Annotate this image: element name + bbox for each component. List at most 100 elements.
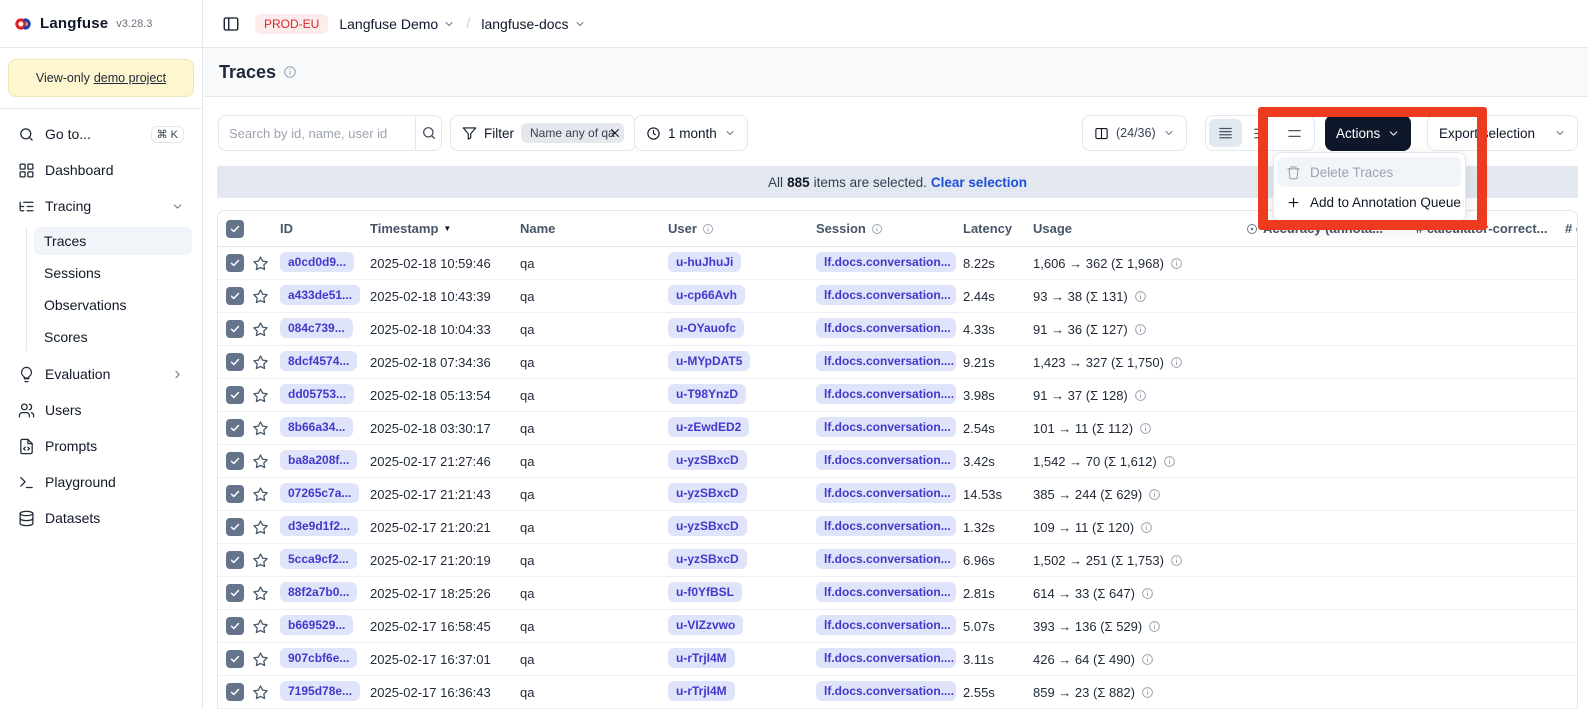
trace-id-pill[interactable]: a433de51... xyxy=(280,285,360,305)
col-header-accuracy[interactable]: Accuracy (annota... xyxy=(1246,221,1416,236)
sidebar-item-tracing[interactable]: Tracing xyxy=(10,191,192,221)
sidebar-item-datasets[interactable]: Datasets xyxy=(10,503,192,533)
row-checkbox[interactable] xyxy=(226,650,244,668)
row-checkbox[interactable] xyxy=(226,287,244,305)
user-pill[interactable]: u-rTrjI4M xyxy=(668,681,735,701)
session-pill[interactable]: lf.docs.conversation... xyxy=(816,450,956,470)
info-icon[interactable] xyxy=(1134,323,1147,336)
star-icon[interactable] xyxy=(252,651,280,668)
star-icon[interactable] xyxy=(252,420,280,437)
user-pill[interactable]: u-OYauofc xyxy=(668,318,744,338)
table-row[interactable]: dd05753... 2025-02-18 05:13:54 qa u-T98Y… xyxy=(218,379,1577,412)
info-icon[interactable] xyxy=(1148,620,1161,633)
user-pill[interactable]: u-huJhuJi xyxy=(668,252,741,272)
row-checkbox[interactable] xyxy=(226,386,244,404)
actions-button[interactable]: Actions xyxy=(1325,115,1411,151)
trace-id-pill[interactable]: 084c739... xyxy=(280,318,353,338)
sidebar-item-dashboard[interactable]: Dashboard xyxy=(10,155,192,185)
sidebar-item-playground[interactable]: Playground xyxy=(10,467,192,497)
trace-id-pill[interactable]: 88f2a7b0... xyxy=(280,582,357,602)
info-icon[interactable] xyxy=(1163,455,1176,468)
session-pill[interactable]: lf.docs.conversation... xyxy=(816,549,956,569)
star-icon[interactable] xyxy=(252,255,280,272)
row-checkbox[interactable] xyxy=(226,551,244,569)
session-pill[interactable]: lf.docs.conversation.... xyxy=(816,384,956,404)
star-icon[interactable] xyxy=(252,618,280,635)
trace-id-pill[interactable]: d3e9d1f2... xyxy=(280,516,358,536)
info-icon[interactable] xyxy=(1139,422,1152,435)
star-icon[interactable] xyxy=(252,453,280,470)
trace-id-pill[interactable]: ba8a208f... xyxy=(280,450,357,470)
row-checkbox[interactable] xyxy=(226,518,244,536)
user-pill[interactable]: u-f0YfBSL xyxy=(668,582,742,602)
trace-id-pill[interactable]: 07265c7a... xyxy=(280,483,359,503)
session-pill[interactable]: lf.docs.conversation... xyxy=(816,417,956,437)
trace-id-pill[interactable]: 5cca9cf2... xyxy=(280,549,357,569)
session-pill[interactable]: lf.docs.conversation... xyxy=(816,252,956,272)
row-checkbox[interactable] xyxy=(226,320,244,338)
menu-item-add-to-annotation-queue[interactable]: Add to Annotation Queue xyxy=(1278,187,1461,217)
table-row[interactable]: 907cbf6e... 2025-02-17 16:37:01 qa u-rTr… xyxy=(218,643,1577,676)
export-selection-button[interactable]: Export selection xyxy=(1427,115,1578,151)
col-header-session[interactable]: Session xyxy=(816,221,963,236)
sidebar-item-observations[interactable]: Observations xyxy=(34,291,192,319)
session-pill[interactable]: lf.docs.conversation... xyxy=(816,615,956,635)
session-pill[interactable]: lf.docs.conversation.... xyxy=(816,351,956,371)
info-icon[interactable] xyxy=(1170,257,1183,270)
sidebar-item-traces[interactable]: Traces xyxy=(34,227,192,255)
col-header-usage[interactable]: Usage xyxy=(1033,221,1246,236)
user-pill[interactable]: u-zEwdED2 xyxy=(668,417,749,437)
user-pill[interactable]: u-MYpDAT5 xyxy=(668,351,750,371)
table-row[interactable]: a0cd0d9... 2025-02-18 10:59:46 qa u-huJh… xyxy=(218,247,1577,280)
info-icon[interactable] xyxy=(1134,389,1147,402)
info-icon[interactable] xyxy=(1170,356,1183,369)
table-row[interactable]: b669529... 2025-02-17 16:58:45 qa u-VIZz… xyxy=(218,610,1577,643)
row-checkbox[interactable] xyxy=(226,584,244,602)
row-checkbox[interactable] xyxy=(226,452,244,470)
info-icon[interactable] xyxy=(1141,686,1154,699)
time-range-button[interactable]: 1 month xyxy=(634,115,748,151)
trace-id-pill[interactable]: 8dcf4574... xyxy=(280,351,357,371)
row-checkbox[interactable] xyxy=(226,254,244,272)
session-pill[interactable]: lf.docs.conversation... xyxy=(816,318,956,338)
user-pill[interactable]: u-VIZzvwo xyxy=(668,615,743,635)
row-height-large-button[interactable] xyxy=(1278,119,1311,147)
star-icon[interactable] xyxy=(252,519,280,536)
table-row[interactable]: 07265c7a... 2025-02-17 21:21:43 qa u-yzS… xyxy=(218,478,1577,511)
star-icon[interactable] xyxy=(252,486,280,503)
user-pill[interactable]: u-T98YnzD xyxy=(668,384,746,404)
user-pill[interactable]: u-yzSBxcD xyxy=(668,483,747,503)
info-icon[interactable] xyxy=(1140,521,1153,534)
star-icon[interactable] xyxy=(252,684,280,701)
user-pill[interactable]: u-yzSBxcD xyxy=(668,516,747,536)
user-pill[interactable]: u-yzSBxcD xyxy=(668,549,747,569)
col-header-timestamp[interactable]: Timestamp▼ xyxy=(370,221,520,236)
col-header-id[interactable]: ID xyxy=(280,221,370,236)
col-header-calculator-correct[interactable]: # calculator-correct... xyxy=(1416,221,1565,236)
search-input[interactable] xyxy=(219,116,415,150)
user-pill[interactable]: u-cp66Avh xyxy=(668,285,745,305)
table-row[interactable]: a433de51... 2025-02-18 10:43:39 qa u-cp6… xyxy=(218,280,1577,313)
user-pill[interactable]: u-rTrjI4M xyxy=(668,648,735,668)
row-checkbox[interactable] xyxy=(226,617,244,635)
trace-id-pill[interactable]: a0cd0d9... xyxy=(280,252,354,272)
trace-id-pill[interactable]: dd05753... xyxy=(280,384,354,404)
row-checkbox[interactable] xyxy=(226,683,244,701)
demo-project-link[interactable]: demo project xyxy=(94,71,166,85)
star-icon[interactable] xyxy=(252,552,280,569)
table-row[interactable]: d3e9d1f2... 2025-02-17 21:20:21 qa u-yzS… xyxy=(218,511,1577,544)
info-icon[interactable] xyxy=(1134,290,1147,303)
sidebar-item-users[interactable]: Users xyxy=(10,395,192,425)
org-selector[interactable]: Langfuse Demo xyxy=(339,16,455,32)
info-icon[interactable] xyxy=(1141,653,1154,666)
sidebar-item-evaluation[interactable]: Evaluation xyxy=(10,359,192,389)
session-pill[interactable]: lf.docs.conversation... xyxy=(816,483,956,503)
sidebar-item-scores[interactable]: Scores xyxy=(34,323,192,351)
sidebar-item-goto[interactable]: Go to... ⌘ K xyxy=(10,119,192,149)
session-pill[interactable]: lf.docs.conversation... xyxy=(816,285,956,305)
project-selector[interactable]: langfuse-docs xyxy=(481,16,585,32)
info-icon[interactable] xyxy=(283,65,297,79)
sidebar-item-prompts[interactable]: Prompts xyxy=(10,431,192,461)
sidebar-item-sessions[interactable]: Sessions xyxy=(34,259,192,287)
row-checkbox[interactable] xyxy=(226,485,244,503)
